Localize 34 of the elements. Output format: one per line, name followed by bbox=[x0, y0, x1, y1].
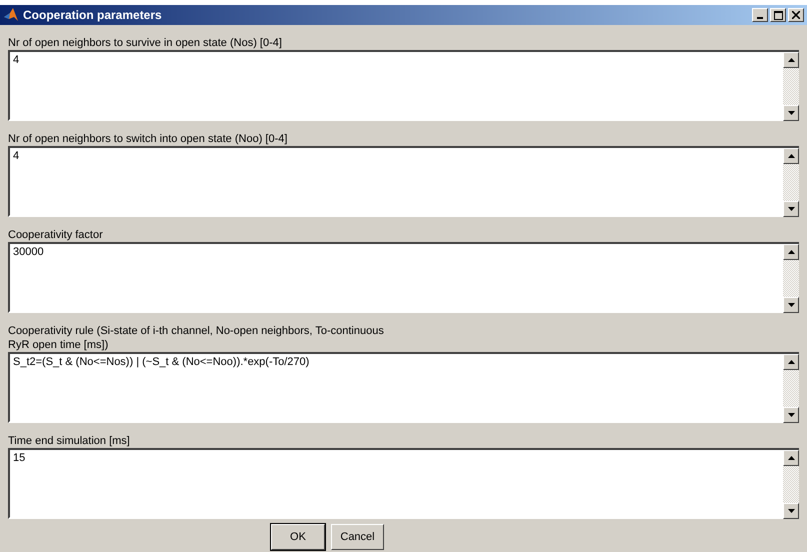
minimize-button[interactable] bbox=[752, 8, 768, 22]
maximize-icon bbox=[774, 10, 782, 20]
field-label: Nr of open neighbors to switch into open state (Noo) [0-4] bbox=[8, 132, 288, 146]
field-label: Time end simulation [ms] bbox=[8, 434, 131, 448]
scrollbar[interactable] bbox=[783, 146, 799, 217]
scroll-down-icon[interactable] bbox=[783, 201, 799, 217]
scroll-up-icon[interactable] bbox=[783, 354, 799, 370]
close-button[interactable] bbox=[788, 8, 804, 22]
input-field[interactable]: 4 bbox=[8, 146, 783, 217]
close-icon bbox=[792, 11, 800, 19]
scroll-down-icon[interactable] bbox=[783, 105, 799, 121]
maximize-button[interactable] bbox=[770, 8, 786, 22]
input-field[interactable]: S_t2=(S_t & (No<=Nos)) | (~S_t & (No<=Noo)).*exp(-To/270) bbox=[8, 352, 783, 423]
cancel-button[interactable]: Cancel bbox=[331, 524, 384, 550]
scroll-down-icon[interactable] bbox=[783, 407, 799, 423]
scroll-up-icon[interactable] bbox=[783, 148, 799, 164]
ok-button[interactable]: OK bbox=[271, 524, 325, 550]
scrollbar[interactable] bbox=[783, 242, 799, 313]
input-field[interactable]: 30000 bbox=[8, 242, 783, 313]
scrollbar[interactable] bbox=[783, 50, 799, 121]
field-label: Cooperativity rule (Si-state of i-th channel, No-open neighbors, To-continuous RyR open time [ms]) bbox=[8, 324, 385, 352]
field-label: Nr of open neighbors to survive in open state (Nos) [0-4] bbox=[8, 36, 283, 50]
field-label: Cooperativity factor bbox=[8, 228, 104, 242]
input-field[interactable]: 4 bbox=[8, 50, 783, 121]
scroll-up-icon[interactable] bbox=[783, 244, 799, 260]
input-field[interactable]: 15 bbox=[8, 448, 783, 519]
scrollbar[interactable] bbox=[783, 352, 799, 423]
scroll-up-icon[interactable] bbox=[783, 450, 799, 466]
scroll-down-icon[interactable] bbox=[783, 297, 799, 313]
window-title: Cooperation parameters bbox=[23, 8, 163, 22]
app-logo-icon bbox=[3, 7, 19, 23]
scroll-up-icon[interactable] bbox=[783, 52, 799, 68]
scroll-down-icon[interactable] bbox=[783, 503, 799, 519]
scrollbar[interactable] bbox=[783, 448, 799, 519]
